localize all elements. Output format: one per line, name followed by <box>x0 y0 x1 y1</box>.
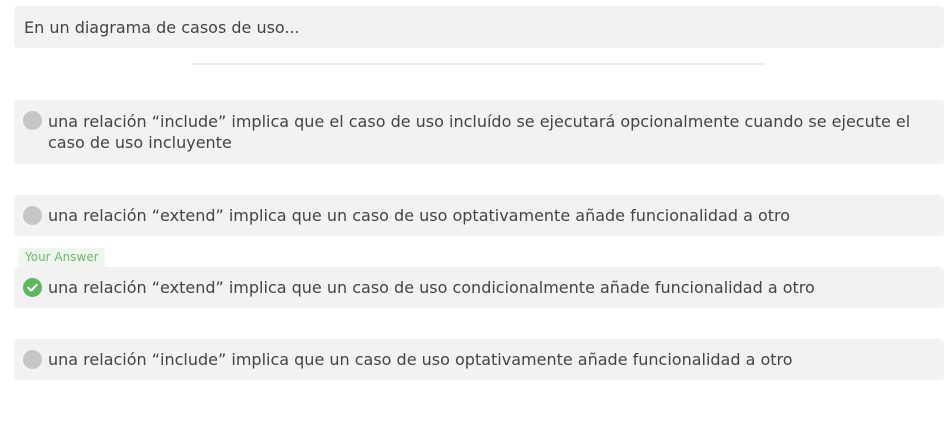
answer-option-text: una relación “include” implica que el ca… <box>48 112 911 152</box>
radio-unselected-icon <box>23 111 42 130</box>
check-circle-icon <box>23 278 42 297</box>
answer-option-2[interactable]: una relación “extend” implica que un cas… <box>14 195 944 236</box>
answer-option-text: una relación “include” implica que un ca… <box>48 350 793 369</box>
answer-option-4[interactable]: una relación “include” implica que un ca… <box>14 339 944 380</box>
question-text: En un diagrama de casos de uso... <box>24 17 300 37</box>
radio-unselected-icon <box>23 350 42 369</box>
divider <box>192 63 766 65</box>
answer-option-1[interactable]: una relación “include” implica que el ca… <box>14 100 944 164</box>
answer-option-text: una relación “extend” implica que un cas… <box>48 278 815 297</box>
answer-option-text: una relación “extend” implica que un cas… <box>48 206 791 225</box>
your-answer-badge: Your Answer <box>19 248 105 267</box>
question-prompt: En un diagrama de casos de uso... <box>14 6 944 48</box>
radio-unselected-icon <box>23 206 42 225</box>
answer-option-3[interactable]: una relación “extend” implica que un cas… <box>14 267 944 308</box>
